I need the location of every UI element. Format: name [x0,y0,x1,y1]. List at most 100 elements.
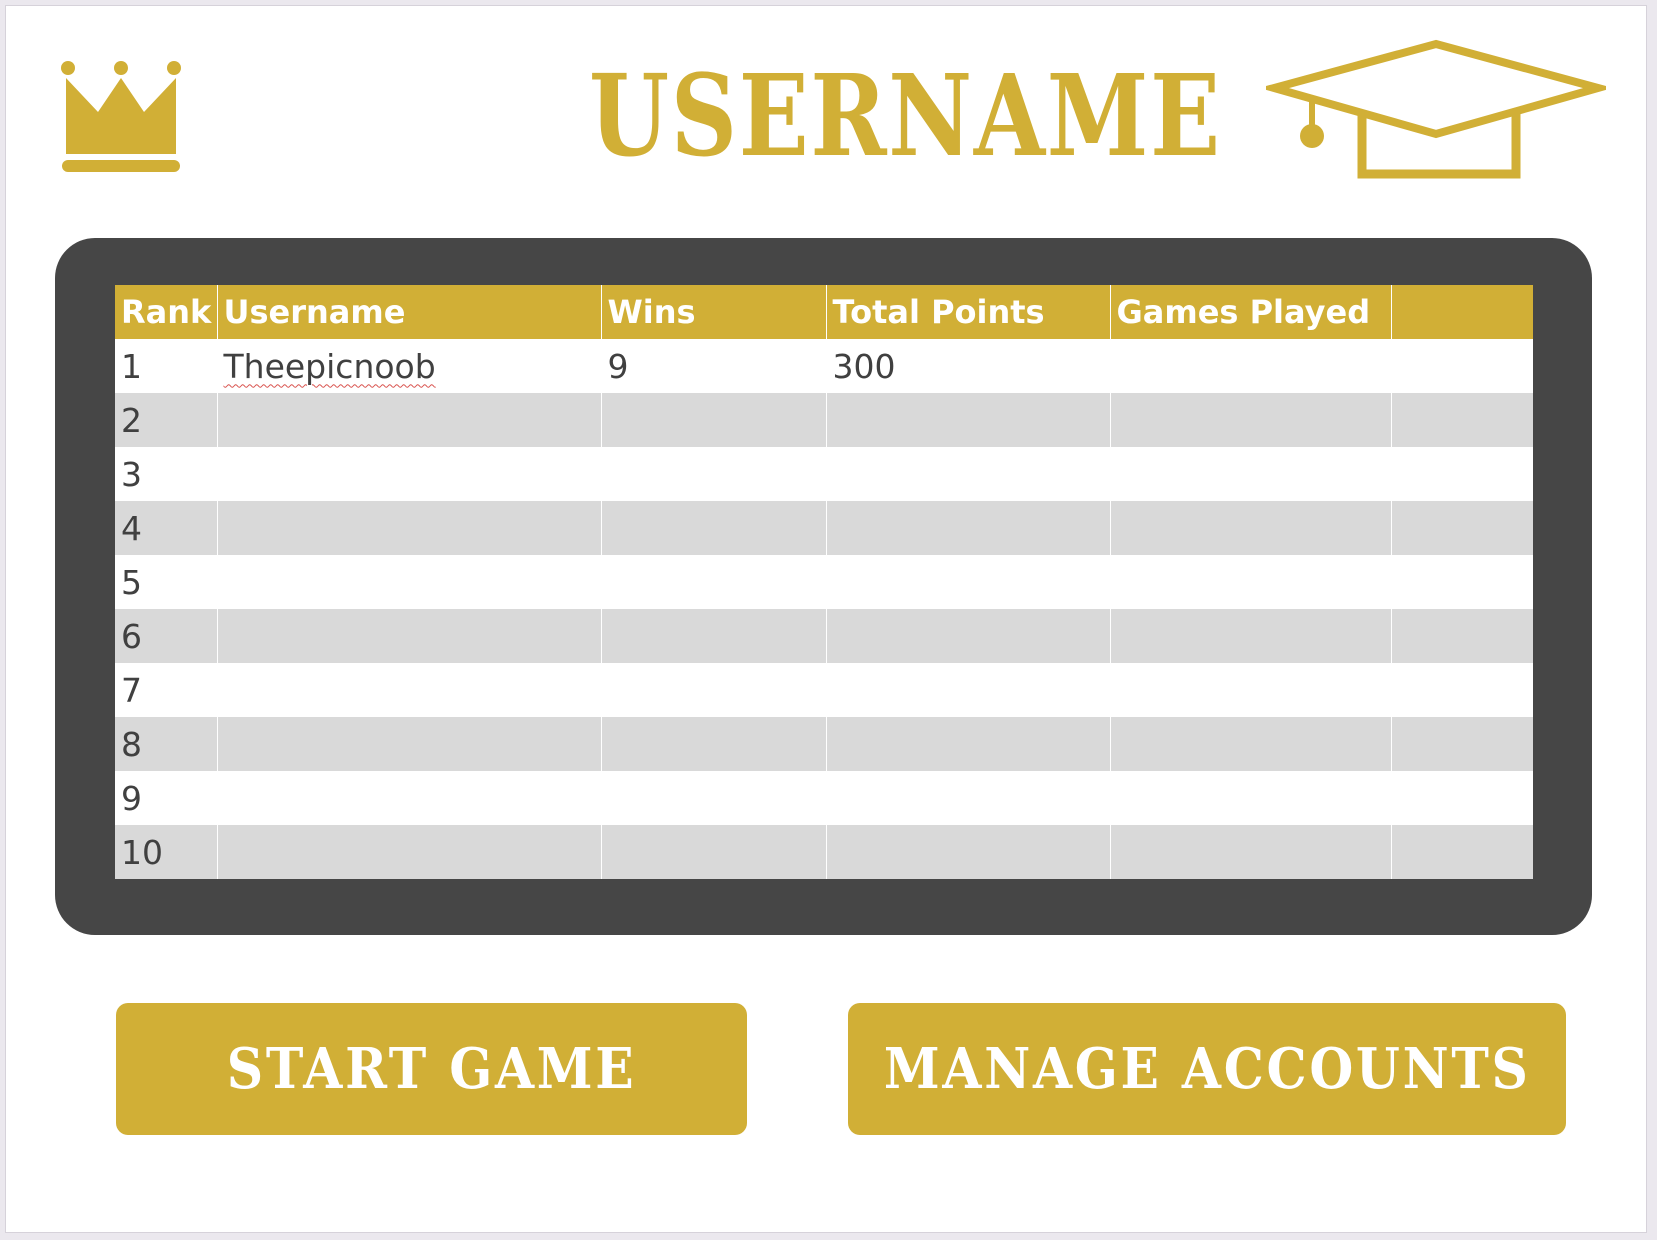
table-header-row: Rank Username Wins Total Points Games Pl… [115,285,1533,339]
rank-cell: 9 [115,771,218,825]
total-points-cell [826,663,1111,717]
games-played-cell [1110,663,1392,717]
games-played-cell [1110,501,1392,555]
wins-cell [601,447,827,501]
games-played-cell [1110,717,1392,771]
start-game-button[interactable]: START GAME [116,1003,747,1135]
column-header-extra [1391,285,1533,339]
games-played-cell [1110,393,1392,447]
crown-icon [61,61,181,172]
extra-cell [1391,447,1533,501]
column-header-games-played: Games Played [1110,285,1392,339]
rank-cell-text: 7 [121,670,142,710]
wins-cell [601,663,827,717]
table-row: 8 [115,717,1533,771]
extra-cell [1391,339,1533,393]
wins-cell [601,825,827,879]
wins-cell: 9 [601,339,827,393]
extra-cell [1391,555,1533,609]
total-points-cell [826,447,1111,501]
games-played-cell [1110,609,1392,663]
table-row: 4 [115,501,1533,555]
wins-cell [601,555,827,609]
table-row: 10 [115,825,1533,879]
table-row: 1 Theepicnoob 9 300 [115,339,1533,393]
total-points-cell [826,771,1111,825]
column-header-wins: Wins [601,285,827,339]
games-played-cell [1110,825,1392,879]
username-cell [217,825,602,879]
username-cell [217,717,602,771]
username-cell [217,609,602,663]
rank-cell-text: 5 [121,562,142,602]
rank-cell: 6 [115,609,218,663]
extra-cell [1391,663,1533,717]
table-row: 3 [115,447,1533,501]
leaderboard-screen: USERNAME Rank Username Wins Total Points… [5,5,1647,1233]
games-played-cell [1110,447,1392,501]
rank-cell-text: 1 [121,346,142,386]
rank-cell-text: 10 [121,832,163,872]
rank-cell: 7 [115,663,218,717]
games-played-cell [1110,771,1392,825]
rank-cell: 1 [115,339,218,393]
username-cell [217,771,602,825]
column-header-username: Username [217,285,602,339]
rank-cell-text: 3 [121,454,142,494]
leaderboard-frame: Rank Username Wins Total Points Games Pl… [55,238,1592,935]
username-cell [217,393,602,447]
total-points-cell [826,501,1111,555]
username-cell: Theepicnoob [217,339,602,393]
wins-cell [601,717,827,771]
extra-cell [1391,609,1533,663]
games-played-cell [1110,339,1392,393]
rank-cell-text: 9 [121,778,142,818]
column-header-total-points: Total Points [826,285,1111,339]
rank-cell-text: 6 [121,616,142,656]
username-cell [217,555,602,609]
total-points-cell-text: 300 [832,346,896,386]
table-row: 6 [115,609,1533,663]
username-cell [217,501,602,555]
leaderboard-body: 1 Theepicnoob 9 300 2 3 4 5 6 7 8 9 10 [115,339,1533,879]
page-title: USERNAME [589,51,1222,182]
rank-cell: 10 [115,825,218,879]
wins-cell-text: 9 [607,346,629,386]
total-points-cell [826,609,1111,663]
total-points-cell [826,555,1111,609]
rank-cell: 5 [115,555,218,609]
table-row: 2 [115,393,1533,447]
manage-accounts-button[interactable]: MANAGE ACCOUNTS [848,1003,1566,1135]
extra-cell [1391,501,1533,555]
table-row: 9 [115,771,1533,825]
rank-cell: 2 [115,393,218,447]
wins-cell [601,393,827,447]
total-points-cell [826,393,1111,447]
table-row: 7 [115,663,1533,717]
graduation-cap-icon [1266,39,1606,179]
username-cell-text: Theepicnoob [223,346,436,386]
rank-cell: 3 [115,447,218,501]
extra-cell [1391,717,1533,771]
extra-cell [1391,771,1533,825]
rank-cell: 4 [115,501,218,555]
username-cell [217,663,602,717]
wins-cell [601,771,827,825]
username-cell [217,447,602,501]
extra-cell [1391,825,1533,879]
games-played-cell [1110,555,1392,609]
table-row: 5 [115,555,1533,609]
rank-cell-text: 2 [121,400,142,440]
rank-cell: 8 [115,717,218,771]
total-points-cell [826,825,1111,879]
rank-cell-text: 8 [121,724,142,764]
rank-cell-text: 4 [121,508,142,548]
column-header-rank: Rank [115,285,218,339]
wins-cell [601,501,827,555]
manage-accounts-label: MANAGE ACCOUNTS [883,1036,1531,1102]
start-game-label: START GAME [226,1036,637,1102]
total-points-cell: 300 [826,339,1111,393]
extra-cell [1391,393,1533,447]
wins-cell [601,609,827,663]
leaderboard-table: Rank Username Wins Total Points Games Pl… [115,285,1533,879]
